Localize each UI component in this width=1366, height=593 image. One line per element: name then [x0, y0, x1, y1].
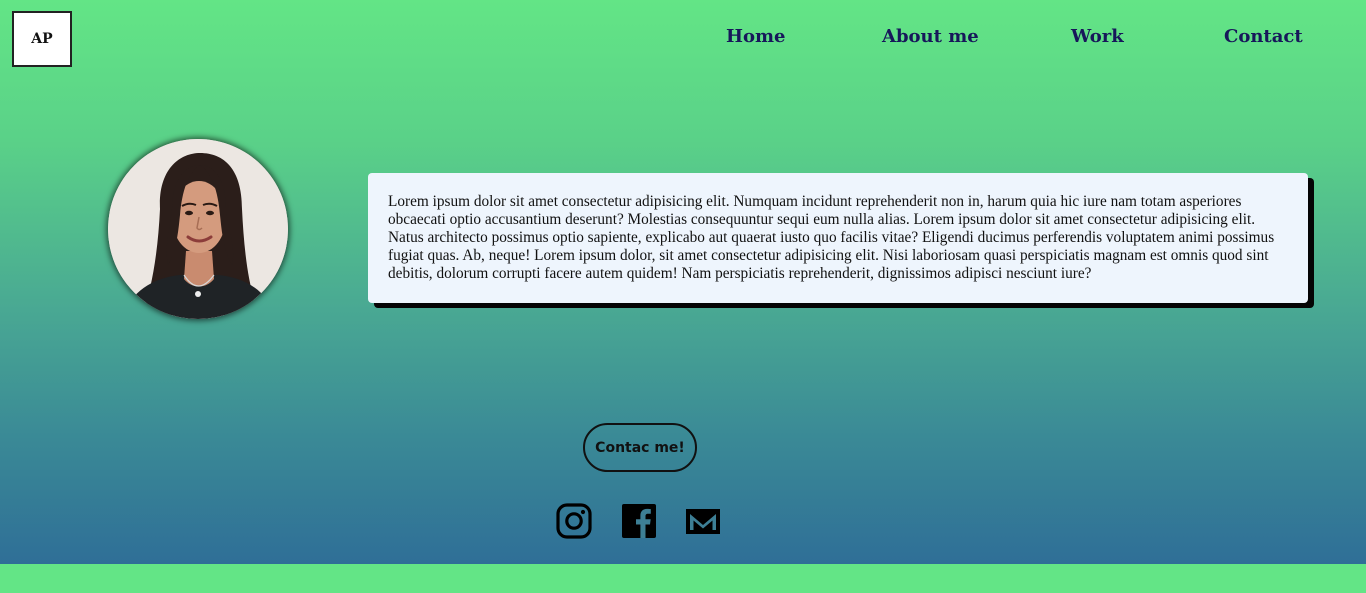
email-icon[interactable]	[685, 503, 721, 539]
facebook-icon[interactable]	[621, 503, 657, 539]
main-nav: Home About me Work Contact	[0, 26, 1366, 50]
nav-link-home[interactable]: Home	[726, 26, 786, 47]
page: AP Home About me Work Contact Lorem ipsu…	[0, 0, 1366, 564]
bio-text: Lorem ipsum dolor sit amet consectetur a…	[388, 193, 1275, 282]
nav-link-contact[interactable]: Contact	[1224, 26, 1303, 47]
contact-me-button[interactable]: Contac me!	[583, 423, 697, 472]
nav-link-about[interactable]: About me	[882, 26, 979, 47]
profile-photo	[108, 139, 288, 319]
bio-card: Lorem ipsum dolor sit amet consectetur a…	[368, 173, 1308, 303]
profile-portrait-illustration	[108, 139, 288, 319]
nav-link-work[interactable]: Work	[1071, 26, 1124, 47]
instagram-icon[interactable]	[556, 503, 592, 539]
